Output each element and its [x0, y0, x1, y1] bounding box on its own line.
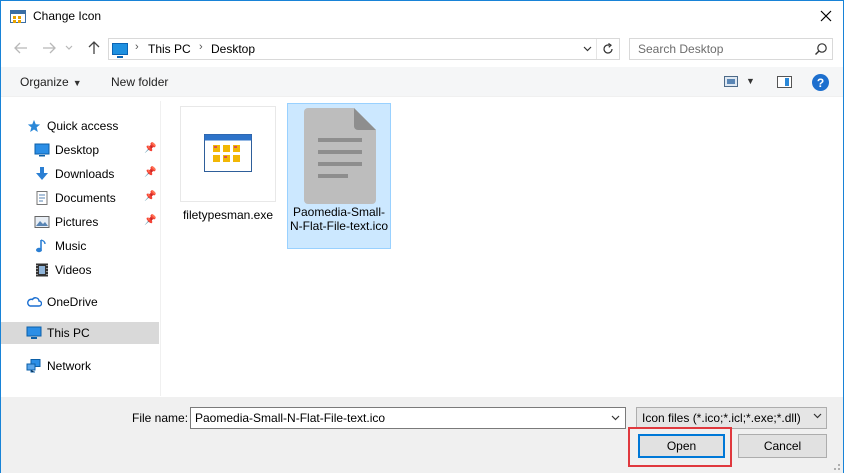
window-title: Change Icon: [33, 9, 102, 23]
up-button[interactable]: [84, 38, 104, 58]
cancel-button[interactable]: Cancel: [738, 434, 827, 458]
file-type-value: Icon files (*.ico;*.icl;*.exe;*.dll): [642, 411, 801, 425]
sidebar-item-desktop[interactable]: Desktop 📌: [1, 139, 159, 161]
open-button[interactable]: Open: [638, 434, 725, 458]
file-name: filetypesman.exe: [182, 208, 274, 222]
desktop-icon: [34, 143, 50, 157]
application-icon: [204, 134, 252, 172]
sidebar-item-this-pc[interactable]: This PC: [1, 322, 159, 344]
sidebar-item-label: OneDrive: [47, 295, 98, 309]
pictures-icon: [34, 216, 50, 228]
search-icon[interactable]: [814, 42, 828, 56]
preview-pane-icon[interactable]: [777, 76, 792, 88]
recent-locations-button[interactable]: [63, 38, 75, 58]
command-bar: Organize ▼ New folder ▼ ?: [1, 67, 843, 97]
view-options-caret-icon[interactable]: ▼: [746, 76, 755, 86]
file-type-select[interactable]: Icon files (*.ico;*.icl;*.exe;*.dll): [636, 407, 827, 429]
address-bar[interactable]: › This PC › Desktop: [108, 38, 620, 60]
organize-menu[interactable]: Organize ▼: [20, 75, 82, 89]
close-icon: [820, 10, 832, 22]
refresh-icon: [602, 43, 613, 54]
this-pc-icon: [112, 43, 128, 58]
search-input[interactable]: [630, 39, 810, 59]
caret-down-icon: ▼: [72, 78, 82, 88]
sidebar-item-label: Downloads: [55, 167, 115, 181]
back-button[interactable]: [11, 38, 31, 58]
pin-icon[interactable]: 📌: [144, 215, 156, 226]
download-arrow-icon: [36, 167, 48, 180]
chevron-down-icon: [813, 411, 822, 422]
breadcrumb-chevron-icon[interactable]: ›: [199, 41, 203, 53]
title-bar[interactable]: Change Icon: [1, 1, 843, 32]
file-name-combobox[interactable]: [190, 407, 626, 429]
pin-icon[interactable]: 📌: [144, 167, 156, 178]
breadcrumb-desktop[interactable]: Desktop: [211, 42, 255, 56]
sidebar-item-downloads[interactable]: Downloads 📌: [1, 163, 159, 185]
refresh-button[interactable]: [596, 39, 618, 59]
close-button[interactable]: [809, 1, 843, 31]
file-item[interactable]: filetypesman.exe: [180, 106, 276, 226]
film-strip-icon: [36, 263, 48, 277]
computer-icon: [26, 326, 42, 339]
resize-grip-icon[interactable]: [831, 461, 841, 471]
breadcrumb-chevron-icon[interactable]: ›: [135, 41, 139, 53]
sidebar-item-label: This PC: [47, 326, 90, 340]
sidebar-item-pictures[interactable]: Pictures 📌: [1, 211, 159, 233]
chevron-down-icon: [583, 46, 591, 52]
file-list: filetypesman.exe Paomedia-Small-N-Flat-F…: [162, 101, 842, 396]
sidebar-item-onedrive[interactable]: OneDrive: [1, 291, 159, 313]
help-icon[interactable]: ?: [812, 74, 829, 91]
search-box[interactable]: [629, 38, 833, 60]
sidebar-item-label: Music: [55, 239, 87, 253]
document-icon: [304, 108, 376, 204]
pin-icon[interactable]: 📌: [144, 143, 156, 154]
arrow-left-icon: [14, 42, 27, 54]
navigation-pane: Quick access Desktop 📌 Downloads 📌 Docum…: [1, 101, 161, 396]
address-dropdown-button[interactable]: [580, 41, 594, 57]
forward-button[interactable]: [39, 38, 59, 58]
chevron-down-icon: [65, 45, 73, 50]
change-icon-dialog: Change Icon › This PC › Desktop Search D…: [0, 0, 844, 473]
file-name: Paomedia-Small-N-Flat-File-text.ico: [289, 205, 388, 233]
app-icon: [10, 10, 26, 23]
pin-icon[interactable]: 📌: [144, 191, 156, 202]
sidebar-item-label: Network: [47, 359, 92, 373]
file-thumbnail: [180, 106, 276, 202]
file-item-selected[interactable]: Paomedia-Small-N-Flat-File-text.ico: [287, 103, 391, 249]
chevron-down-icon: [611, 415, 619, 421]
cloud-icon: [27, 297, 42, 307]
file-name-label: File name:: [132, 411, 189, 425]
sidebar-item-label: Pictures: [55, 215, 99, 229]
organize-label: Organize: [20, 75, 69, 89]
file-name-dropdown-button[interactable]: [606, 409, 624, 427]
new-folder-button[interactable]: New folder: [111, 75, 168, 89]
star-icon: [27, 119, 41, 132]
sidebar-item-documents[interactable]: Documents 📌: [1, 187, 159, 209]
sidebar-item-label: Documents: [55, 191, 116, 205]
dialog-footer: File name: Icon files (*.ico;*.icl;*.exe…: [1, 397, 843, 473]
sidebar-item-music[interactable]: Music: [1, 235, 159, 257]
arrow-right-icon: [43, 42, 56, 54]
documents-icon: [36, 191, 48, 205]
navigation-bar: › This PC › Desktop: [1, 34, 843, 62]
breadcrumb-this-pc[interactable]: This PC: [148, 42, 191, 56]
arrow-up-icon: [88, 41, 100, 54]
sidebar-item-label: Videos: [55, 263, 92, 277]
sidebar-item-label: Desktop: [55, 143, 100, 157]
sidebar-item-label: Quick access: [47, 119, 119, 133]
change-view-icon[interactable]: [724, 76, 738, 87]
sidebar-item-network[interactable]: Network: [1, 355, 159, 377]
sidebar-item-quick-access[interactable]: Quick access: [1, 115, 159, 137]
network-icon: [26, 359, 41, 373]
sidebar-item-videos[interactable]: Videos: [1, 259, 159, 281]
music-note-icon: [36, 239, 46, 253]
file-name-input[interactable]: [191, 408, 601, 428]
